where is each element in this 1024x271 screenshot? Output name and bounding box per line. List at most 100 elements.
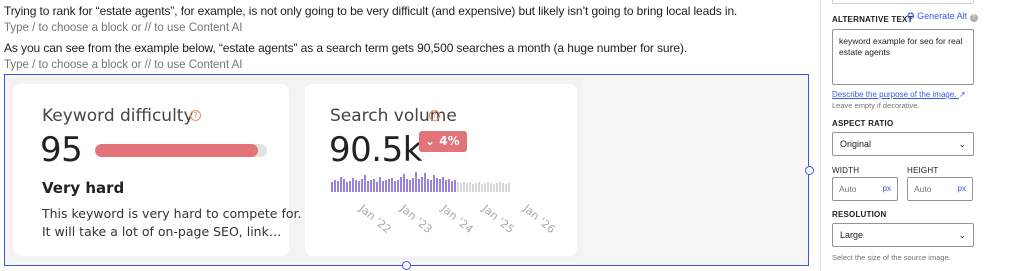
resolution-value: Large [840,230,864,240]
volume-bar [361,179,363,192]
volume-bar [421,177,423,192]
paragraph-block[interactable]: As you can see from the example below, “… [4,41,687,55]
volume-bar [331,182,333,192]
width-unit[interactable]: px [883,184,891,193]
width-input[interactable]: Auto px [832,177,898,201]
volume-bar [433,175,435,192]
volume-bar [445,180,447,192]
volume-bar [436,178,438,192]
volume-bar [460,183,462,192]
chevron-down-icon: ⌄ [425,134,436,148]
volume-bar [454,180,456,192]
volume-bar [349,181,351,192]
keyword-example-image: Keyword difficulty ? 95 Very hard This k… [9,78,583,261]
resolution-label: RESOLUTION [832,210,887,219]
aspect-ratio-value: Original [840,139,872,149]
generate-alt-button[interactable]: ✪ Generate Alt ? [907,11,978,22]
volume-bar [469,182,471,192]
volume-bar [367,181,369,192]
volume-bar [505,184,507,192]
previous-field-edge [832,0,974,4]
volume-bar [508,183,510,192]
volume-bar [427,179,429,192]
height-label: HEIGHT [907,166,939,175]
volume-bar [463,182,465,192]
image-block-selected[interactable]: Keyword difficulty ? 95 Very hard This k… [4,74,814,270]
alt-text-help: Leave empty if decorative. [832,101,920,110]
volume-bar [448,179,450,192]
volume-bar [451,181,453,192]
volume-bar [481,184,483,192]
volume-bar [373,179,375,192]
volume-bar [418,179,420,192]
volume-bar [409,180,411,192]
volume-bar [400,177,402,192]
width-label: WIDTH [832,166,860,175]
empty-block-placeholder[interactable]: Type / to choose a block or // to use Co… [4,22,242,34]
volume-bar [388,179,390,192]
block-settings-sidebar: ALTERNATIVE TEXT ✪ Generate Alt ? keywor… [820,0,1024,271]
volume-bar [385,180,387,192]
resize-handle-bottom[interactable] [402,261,411,270]
trend-badge: ⌄ 4% [419,131,467,152]
describe-image-link[interactable]: Describe the purpose of the image. ↗ [832,90,965,99]
empty-block-placeholder[interactable]: Type / to choose a block or // to use Co… [4,59,242,71]
volume-bar [340,177,342,192]
difficulty-description: It will take a lot of on-page SEO, link… [42,224,282,239]
width-placeholder: Auto [839,184,857,194]
keyword-difficulty-card: Keyword difficulty ? 95 Very hard This k… [13,84,302,256]
help-icon[interactable]: ? [969,14,978,22]
volume-bar [343,179,345,192]
chevron-down-icon: ⌄ [958,139,966,149]
difficulty-bar [95,144,267,157]
volume-bar [496,183,498,192]
difficulty-value: 95 [40,130,83,170]
aspect-ratio-label: ASPECT RATIO [832,119,894,128]
alt-text-label: ALTERNATIVE TEXT [832,15,913,24]
volume-bar [334,180,336,192]
search-volume-card: Search volume ? 90.5k [305,84,577,256]
generate-alt-label: Generate Alt [917,11,968,21]
describe-image-link-label: Describe the purpose of the image. [832,90,957,99]
ai-icon: ✪ [907,11,915,21]
height-input[interactable]: Auto px [907,177,973,201]
resize-handle-right[interactable] [805,166,814,175]
alt-text-input[interactable]: keyword example for seo for real estate … [832,29,974,85]
info-icon: ? [190,110,201,121]
volume-bar [439,179,441,192]
aspect-ratio-select[interactable]: Original ⌄ [832,132,974,156]
volume-bar [391,178,393,192]
difficulty-description: This keyword is very hard to compete for… [42,206,302,221]
resolution-help: Select the size of the source image. [832,253,951,262]
volume-bar [472,184,474,192]
chevron-down-icon: ⌄ [958,230,966,240]
volume-bar [406,179,408,192]
external-link-icon: ↗ [958,90,966,99]
volume-bar [364,175,366,192]
height-unit[interactable]: px [958,184,966,193]
info-icon: ? [429,110,440,121]
volume-bar [478,182,480,192]
volume-bar [487,182,489,192]
volume-bar [358,181,360,192]
volume-bar [442,177,444,192]
search-volume-value: 90.5k [329,130,422,170]
volume-bar [394,181,396,192]
volume-bar [457,182,459,192]
resolution-select[interactable]: Large ⌄ [832,223,974,247]
volume-bar [337,181,339,192]
volume-bar [493,184,495,192]
volume-bar [379,177,381,192]
volume-bar [490,183,492,192]
card-title: Keyword difficulty [42,106,194,126]
volume-bar [412,178,414,192]
volume-bar [397,180,399,192]
paragraph-block[interactable]: Trying to rank for “estate agents”, for … [4,4,737,18]
volume-bar [502,183,504,192]
volume-bar [499,182,501,192]
height-placeholder: Auto [914,184,932,194]
volume-bar [424,173,426,192]
volume-bar [355,180,357,192]
volume-bar [475,183,477,192]
difficulty-level: Very hard [42,179,125,197]
